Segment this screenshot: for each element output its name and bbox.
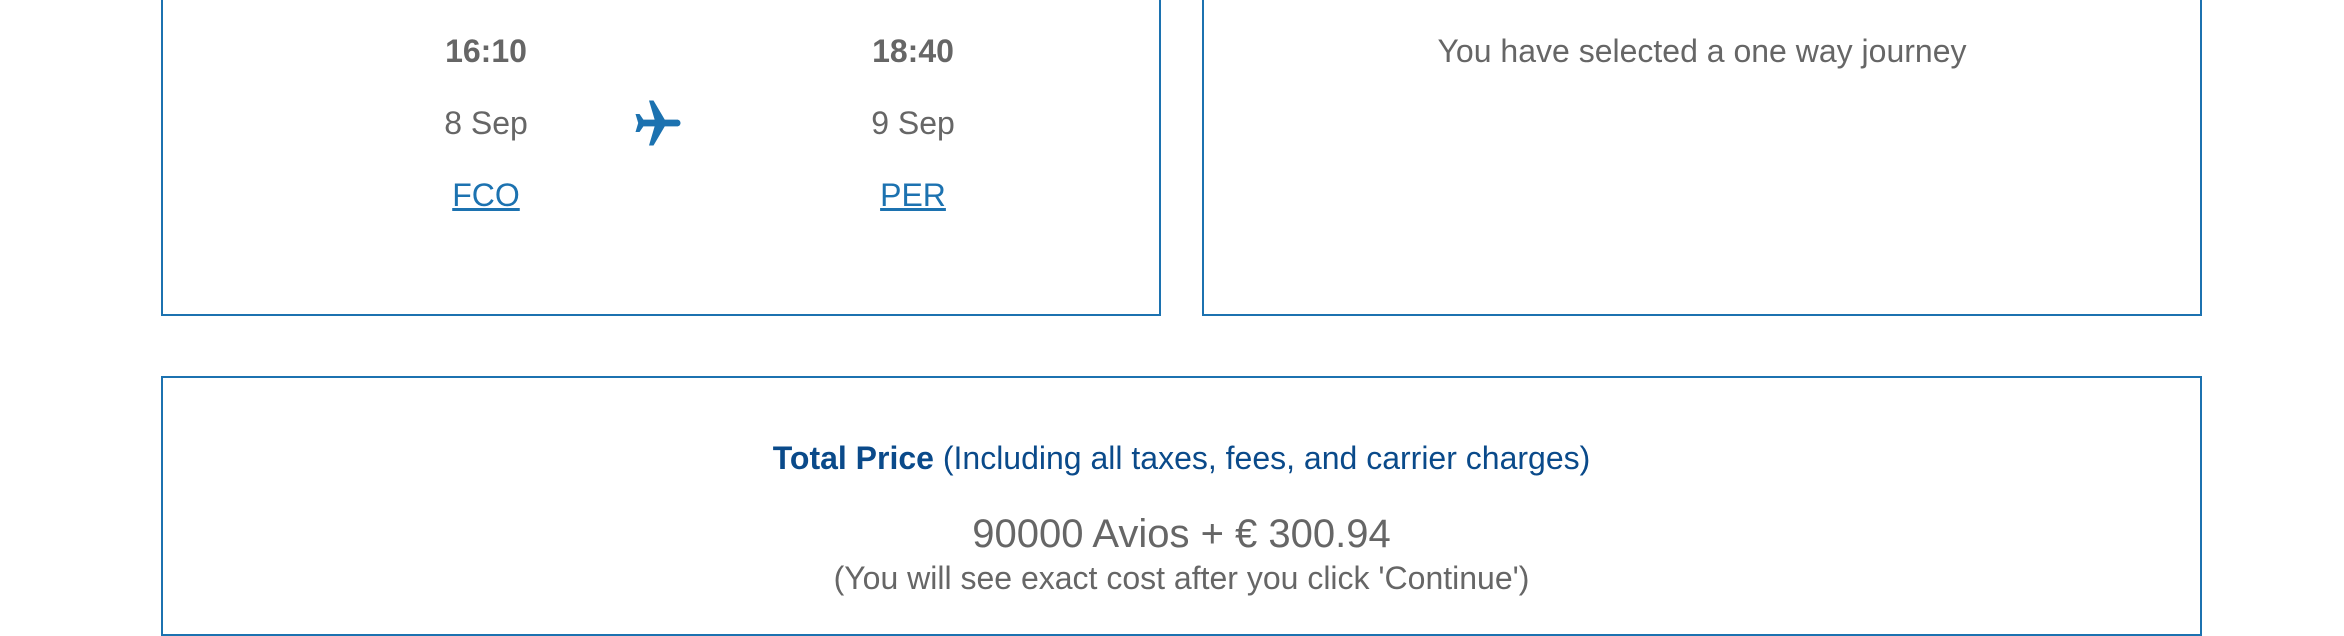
total-price-heading: Total Price (Including all taxes, fees, …	[163, 440, 2200, 477]
one-way-journey-message: You have selected a one way journey	[1437, 33, 1967, 69]
journey-card: You have selected a one way journey	[1202, 0, 2202, 316]
total-price-card: Total Price (Including all taxes, fees, …	[161, 376, 2202, 636]
departure-date: 8 Sep	[444, 105, 528, 141]
total-price-amount: 90000 Avios + € 300.94	[972, 512, 1391, 556]
total-price-label: Total Price	[772, 440, 934, 476]
arrival-time: 18:40	[872, 33, 954, 69]
exact-cost-note: (You will see exact cost after you click…	[833, 560, 1530, 596]
flight-summary-card: 16:10 8 Sep FCO 18:40 9 Sep PER	[161, 0, 1161, 316]
departure-time: 16:10	[445, 33, 527, 69]
departure-airport-link[interactable]: FCO	[366, 177, 606, 214]
arrival-airport-link[interactable]: PER	[793, 177, 1033, 214]
plane-icon	[635, 100, 681, 146]
total-price-inclusion-note: (Including all taxes, fees, and carrier …	[942, 440, 1591, 476]
arrival-date: 9 Sep	[871, 105, 955, 141]
